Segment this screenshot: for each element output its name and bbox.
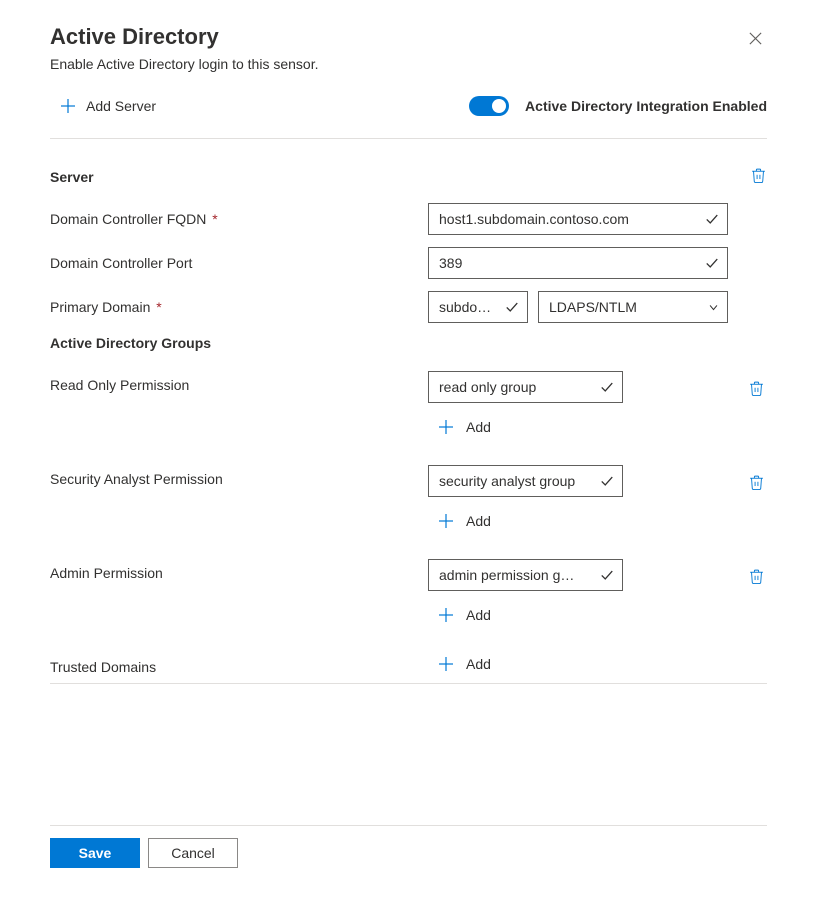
security-analyst-label: Security Analyst Permission xyxy=(50,465,428,487)
plus-icon xyxy=(438,513,454,529)
fqdn-label: Domain Controller FQDN xyxy=(50,211,206,227)
trash-icon xyxy=(750,167,767,187)
port-value: 389 xyxy=(439,255,462,271)
primary-domain-label: Primary Domain xyxy=(50,299,150,315)
plus-icon xyxy=(438,656,454,672)
integration-toggle[interactable] xyxy=(469,96,509,116)
fqdn-input[interactable]: host1.subdomain.contoso.com xyxy=(428,203,728,235)
admin-label: Admin Permission xyxy=(50,559,428,581)
admin-group-input[interactable]: admin permission g… xyxy=(428,559,623,591)
admin-group-value: admin permission g… xyxy=(439,567,574,583)
read-only-label: Read Only Permission xyxy=(50,371,428,393)
server-section-title: Server xyxy=(50,169,94,185)
port-label: Domain Controller Port xyxy=(50,255,192,271)
delete-read-only-group-button[interactable] xyxy=(748,380,765,400)
primary-domain-value: subdo… xyxy=(439,299,491,315)
add-label: Add xyxy=(466,607,491,623)
add-trusted-domain-button[interactable]: Add xyxy=(428,656,623,672)
add-label: Add xyxy=(466,419,491,435)
auth-method-value: LDAPS/NTLM xyxy=(549,299,637,315)
close-button[interactable] xyxy=(744,28,767,53)
auth-method-select[interactable]: LDAPS/NTLM xyxy=(538,291,728,323)
check-icon xyxy=(600,380,614,394)
read-only-group-input[interactable]: read only group xyxy=(428,371,623,403)
plus-icon xyxy=(438,419,454,435)
groups-section-title: Active Directory Groups xyxy=(50,335,767,351)
primary-domain-input[interactable]: subdo… xyxy=(428,291,528,323)
delete-security-analyst-group-button[interactable] xyxy=(748,474,765,494)
required-indicator: * xyxy=(212,211,217,227)
add-label: Add xyxy=(466,513,491,529)
required-indicator: * xyxy=(156,299,161,315)
add-admin-group-button[interactable]: Add xyxy=(428,607,767,623)
plus-icon xyxy=(60,98,76,114)
page-subtitle: Enable Active Directory login to this se… xyxy=(50,56,318,72)
check-icon xyxy=(705,256,719,270)
chevron-down-icon xyxy=(708,302,719,313)
fqdn-value: host1.subdomain.contoso.com xyxy=(439,211,629,227)
delete-server-button[interactable] xyxy=(750,167,767,187)
delete-admin-group-button[interactable] xyxy=(748,568,765,588)
security-analyst-group-value: security analyst group xyxy=(439,473,575,489)
add-server-label: Add Server xyxy=(86,98,156,114)
add-server-button[interactable]: Add Server xyxy=(50,98,156,114)
check-icon xyxy=(505,300,519,314)
trash-icon xyxy=(748,474,765,494)
trash-icon xyxy=(748,568,765,588)
add-security-analyst-group-button[interactable]: Add xyxy=(428,513,767,529)
plus-icon xyxy=(438,607,454,623)
save-button[interactable]: Save xyxy=(50,838,140,868)
check-icon xyxy=(600,474,614,488)
read-only-group-value: read only group xyxy=(439,379,536,395)
check-icon xyxy=(600,568,614,582)
security-analyst-group-input[interactable]: security analyst group xyxy=(428,465,623,497)
add-label: Add xyxy=(466,656,491,672)
check-icon xyxy=(705,212,719,226)
cancel-button[interactable]: Cancel xyxy=(148,838,238,868)
integration-toggle-label: Active Directory Integration Enabled xyxy=(525,98,767,114)
page-title: Active Directory xyxy=(50,24,318,50)
add-read-only-group-button[interactable]: Add xyxy=(428,419,767,435)
close-icon xyxy=(748,30,763,50)
trash-icon xyxy=(748,380,765,400)
port-input[interactable]: 389 xyxy=(428,247,728,279)
trusted-domains-label: Trusted Domains xyxy=(50,653,428,675)
